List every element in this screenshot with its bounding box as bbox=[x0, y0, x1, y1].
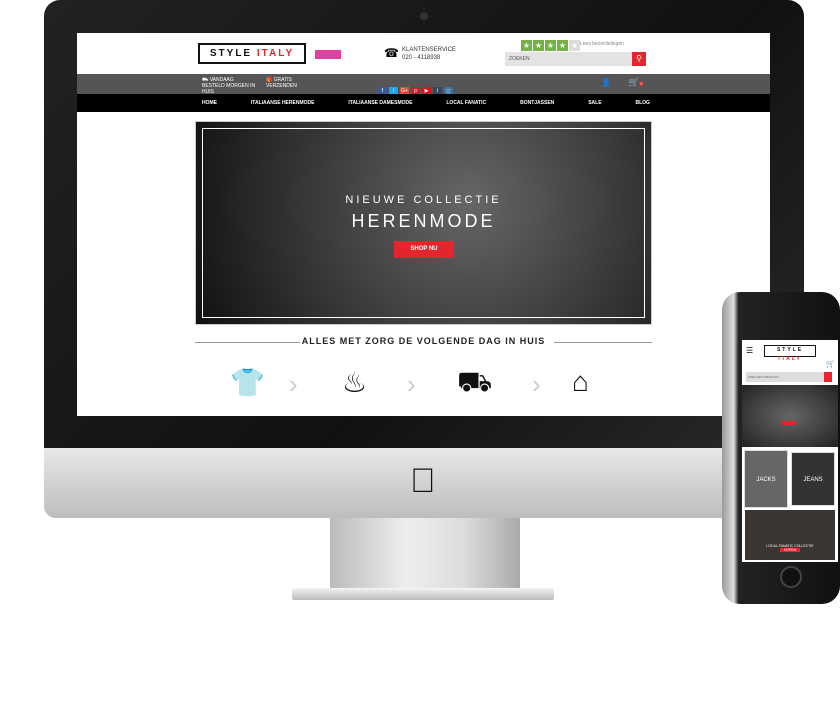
usp-text: VANDAAG BESTELD MORGEN IN HUIS bbox=[202, 77, 256, 95]
home-button[interactable] bbox=[780, 566, 802, 588]
cart-count-badge: 0 bbox=[639, 81, 644, 86]
nav-item[interactable]: BLOG bbox=[635, 100, 649, 106]
tile-jacks[interactable]: JACKS bbox=[744, 450, 788, 508]
customer-service: KLANTENSERVICE 020 - 4118938 bbox=[402, 46, 456, 62]
search-icon[interactable] bbox=[824, 372, 832, 382]
tagline: ALLES MET ZORG DE VOLGENDE DAG IN HUIS bbox=[301, 336, 546, 346]
search-input[interactable]: ZOEKEN bbox=[505, 52, 632, 66]
hero-title: HERENMODE bbox=[351, 211, 496, 231]
hero-subtitle: NIEUWE COLLECTIE bbox=[345, 194, 502, 206]
nav-item[interactable]: ITALIAANSE HERENMODE bbox=[251, 100, 315, 106]
nav-item[interactable]: ITALIAANSE DAMESMODE bbox=[348, 100, 412, 106]
customer-service-phone[interactable]: 020 - 4118938 bbox=[402, 54, 456, 62]
mobile-hero-button[interactable] bbox=[782, 421, 796, 425]
account-icon[interactable]: 👤 bbox=[601, 78, 611, 87]
webshop-keurmerk-badge bbox=[315, 50, 341, 59]
cart-icon[interactable]: 🛒0 bbox=[628, 77, 644, 88]
mobile-logo[interactable]: STYLE ITALY bbox=[764, 345, 816, 362]
phone-icon: ☎ bbox=[384, 46, 399, 60]
star-icon: ★ bbox=[557, 40, 568, 51]
website-screen: STYLE ITALY ☎ KLANTENSERVICE 020 - 411893… bbox=[77, 33, 770, 416]
mobile-hero bbox=[742, 385, 838, 447]
usp-delivery: ⛟ VANDAAG BESTELD MORGEN IN HUIS bbox=[202, 77, 257, 95]
site-logo[interactable]: STYLE ITALY bbox=[198, 43, 306, 64]
iron-icon: ♨ bbox=[342, 367, 368, 398]
logo-word: STYLE bbox=[776, 347, 804, 353]
cart-icon[interactable]: 🛒 bbox=[826, 360, 835, 368]
star-icon: ★ bbox=[533, 40, 544, 51]
customer-service-label: KLANTENSERVICE bbox=[402, 47, 456, 53]
reviews-link[interactable]: Lees beoordelingen bbox=[580, 41, 624, 47]
star-icon: ★ bbox=[569, 40, 580, 51]
logo-word: STYLE bbox=[209, 48, 253, 59]
nav-item[interactable]: LOCAL FANATIC bbox=[446, 100, 486, 106]
tile-local-fanatic[interactable]: LOCAL FANATIC COLLECTIE KOPEN bbox=[745, 510, 835, 560]
mobile-search-input[interactable]: ZOEK EEN PRODUCT bbox=[746, 372, 824, 382]
chevron-right-icon: › bbox=[532, 369, 541, 399]
tile-jeans[interactable]: JEANS bbox=[791, 452, 835, 506]
logo-word: ITALY bbox=[778, 356, 802, 362]
delivery-truck-icon: ⛟ bbox=[457, 366, 493, 397]
main-nav: HOME ITALIAANSE HERENMODE ITALIAANSE DAMES… bbox=[77, 94, 770, 112]
nav-item[interactable]: HOME bbox=[202, 100, 217, 106]
mobile-screen: ☰ STYLE ITALY 🛒 ZOEK EEN PRODUCT JACKS J… bbox=[742, 340, 838, 562]
star-icon: ★ bbox=[521, 40, 532, 51]
shop-now-button[interactable]: SHOP NU bbox=[394, 241, 454, 258]
review-stars: ★ ★ ★ ★ ★ bbox=[521, 40, 580, 51]
hero-banner: NIEUWE COLLECTIE HERENMODE SHOP NU bbox=[195, 121, 652, 325]
search-icon[interactable]: ⚲ bbox=[632, 52, 646, 66]
chevron-right-icon: › bbox=[289, 369, 298, 399]
imac-stand-base bbox=[292, 588, 554, 600]
apple-logo-icon:  bbox=[410, 462, 436, 501]
nav-item[interactable]: SALE bbox=[588, 100, 601, 106]
usp-shipping: 🎁 GRATIS VERZENDEN bbox=[266, 77, 306, 89]
top-bar: ⛟ VANDAAG BESTELD MORGEN IN HUIS 🎁 GRATI… bbox=[77, 74, 770, 96]
tile-buy-button[interactable]: KOPEN bbox=[779, 548, 801, 552]
home-icon: ⌂ bbox=[572, 366, 589, 397]
camera bbox=[420, 12, 428, 20]
menu-icon[interactable]: ☰ bbox=[746, 346, 753, 355]
logo-word: ITALY bbox=[256, 48, 295, 59]
star-icon: ★ bbox=[545, 40, 556, 51]
tshirt-icon: 👕 bbox=[230, 367, 265, 398]
chevron-right-icon: › bbox=[407, 369, 416, 399]
nav-item[interactable]: BONTJASSEN bbox=[520, 100, 554, 106]
divider bbox=[554, 342, 652, 343]
imac-stand bbox=[330, 518, 520, 590]
